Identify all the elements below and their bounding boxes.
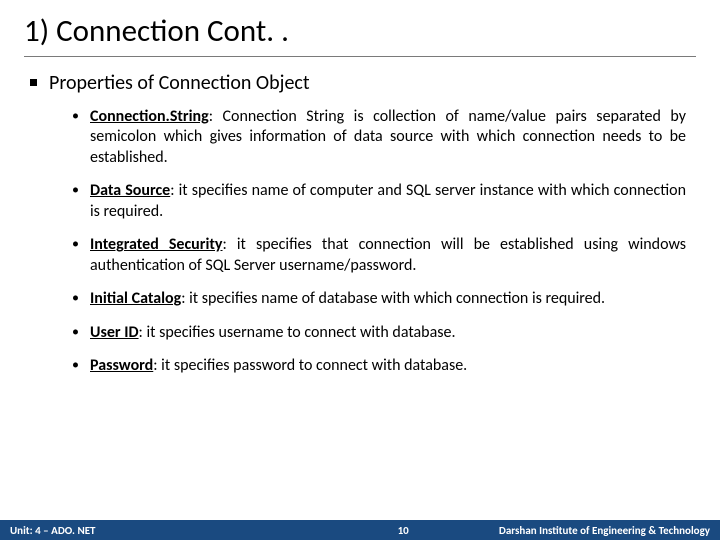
- section-heading-text: Properties of Connection Object: [49, 71, 310, 95]
- square-bullet-icon: [30, 79, 37, 86]
- list-item: User ID: it specifies username to connec…: [72, 323, 686, 343]
- slide-title: 1) Connection Cont. .: [24, 12, 696, 57]
- property-desc: : it specifies name of computer and SQL …: [90, 181, 686, 220]
- property-term: User ID: [90, 323, 139, 342]
- property-term: Data Source: [90, 181, 170, 200]
- footer: Unit: 4 – ADO. NET 10 Darshan Institute …: [0, 520, 720, 540]
- property-term: Initial Catalog: [90, 289, 181, 308]
- list-item: Data Source: it specifies name of comput…: [72, 181, 686, 222]
- footer-institute: Darshan Institute of Engineering & Techn…: [499, 524, 710, 537]
- list-item: Initial Catalog: it specifies name of da…: [72, 289, 686, 309]
- slide: 1) Connection Cont. . Properties of Conn…: [0, 0, 720, 540]
- list-item: Password: it specifies password to conne…: [72, 356, 686, 376]
- list-item: Connection.String: Connection String is …: [72, 107, 686, 168]
- property-desc: : it specifies name of database with whi…: [181, 289, 605, 308]
- footer-unit: Unit: 4 – ADO. NET: [10, 524, 96, 537]
- property-list: Connection.String: Connection String is …: [72, 107, 686, 377]
- property-term: Connection.String: [90, 107, 209, 126]
- section-heading: Properties of Connection Object: [30, 71, 696, 95]
- property-term: Password: [90, 356, 153, 375]
- list-item: Integrated Security: it specifies that c…: [72, 235, 686, 276]
- property-term: Integrated Security: [90, 235, 223, 254]
- property-desc: : it specifies username to connect with …: [139, 323, 456, 342]
- footer-page-number: 10: [398, 524, 409, 537]
- property-desc: : it specifies password to connect with …: [153, 356, 467, 375]
